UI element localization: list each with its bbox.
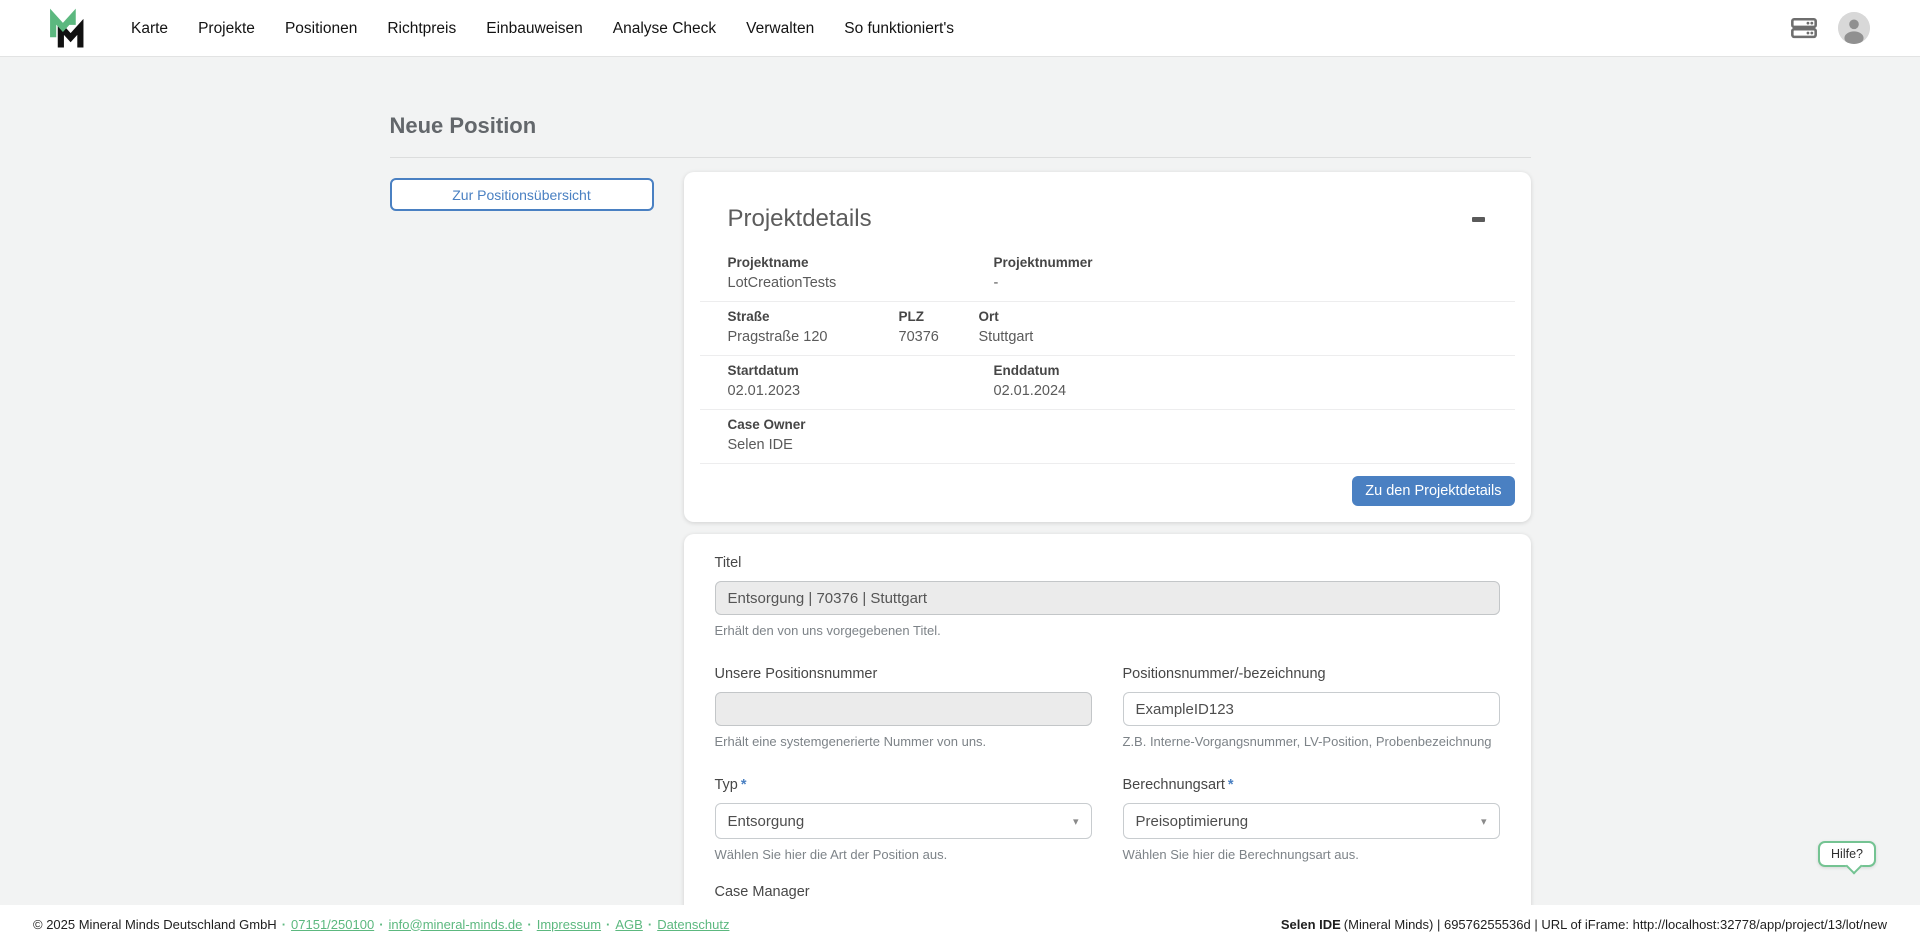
field-case-owner: Case Owner Selen IDE xyxy=(728,416,1515,455)
project-detail-rows: Projektname LotCreationTests Projektnumm… xyxy=(700,248,1515,464)
field-plz: PLZ 70376 xyxy=(899,308,979,347)
separator-dot: · xyxy=(606,917,610,932)
help-button[interactable]: Hilfe? xyxy=(1818,841,1876,867)
berechnungsart-group: Berechnungsart* Preisoptimierung ▾ Wähle… xyxy=(1123,776,1500,863)
nav-item-projekte[interactable]: Projekte xyxy=(198,0,255,57)
typ-select-value: Entsorgung xyxy=(728,813,805,830)
project-card-title: Projektdetails xyxy=(728,204,872,234)
page-footer: © 2025 Mineral Minds Deutschland GmbH · … xyxy=(0,905,1920,943)
goto-project-details-button[interactable]: Zu den Projektdetails xyxy=(1352,476,1514,506)
separator-dot: · xyxy=(648,917,652,932)
field-enddatum: Enddatum 02.01.2024 xyxy=(994,362,1515,401)
field-projektnummer: Projektnummer - xyxy=(994,254,1515,293)
required-mark: * xyxy=(741,777,747,793)
footer-legal: © 2025 Mineral Minds Deutschland GmbH · … xyxy=(33,917,729,932)
nav-item-verwalten[interactable]: Verwalten xyxy=(746,0,814,57)
left-column: Zur Positionsübersicht xyxy=(390,172,654,211)
berechnungsart-helper: Wählen Sie hier die Berechnungsart aus. xyxy=(1123,847,1500,863)
minus-icon xyxy=(1472,217,1485,222)
positionsnummer-group: Positionsnummer/-bezeichnung Z.B. Intern… xyxy=(1123,665,1500,750)
page-title: Neue Position xyxy=(390,113,1531,139)
required-mark: * xyxy=(1228,777,1234,793)
unsere-positionsnummer-helper: Erhält eine systemgenerierte Nummer von … xyxy=(715,734,1092,750)
titel-input xyxy=(715,581,1500,615)
berechnungsart-label: Berechnungsart* xyxy=(1123,776,1500,794)
footer-link-impressum[interactable]: Impressum xyxy=(537,917,601,932)
field-ort: Ort Stuttgart xyxy=(979,308,1515,347)
detail-row-dates: Startdatum 02.01.2023 Enddatum 02.01.202… xyxy=(700,356,1515,410)
detail-row-address: Straße Pragstraße 120 PLZ 70376 Ort Stut… xyxy=(700,302,1515,356)
separator-dot: · xyxy=(379,917,383,932)
back-to-positions-button[interactable]: Zur Positionsübersicht xyxy=(390,178,654,211)
collapse-card-button[interactable] xyxy=(1470,211,1487,228)
unsere-positionsnummer-label: Unsere Positionsnummer xyxy=(715,665,1092,683)
separator-dot: · xyxy=(527,917,531,932)
footer-link-email[interactable]: info@mineral-minds.de xyxy=(389,917,523,932)
nav-item-richtpreis[interactable]: Richtpreis xyxy=(387,0,456,57)
mineral-minds-logo-icon xyxy=(48,7,85,53)
session-info: Selen IDE(Mineral Minds) | 69576255536d … xyxy=(1281,917,1887,932)
case-manager-label: Case Manager xyxy=(715,883,1092,901)
unsere-positionsnummer-group: Unsere Positionsnummer Erhält eine syste… xyxy=(715,665,1092,750)
nav-item-positionen[interactable]: Positionen xyxy=(285,0,357,57)
typ-select[interactable]: Entsorgung ▾ xyxy=(715,803,1092,839)
session-user: Selen IDE xyxy=(1281,917,1341,932)
footer-link-datenschutz[interactable]: Datenschutz xyxy=(657,917,729,932)
main-content: Neue Position Zur Positionsübersicht Pro… xyxy=(0,57,1920,943)
typ-label: Typ* xyxy=(715,776,1092,794)
positionsnummer-input[interactable] xyxy=(1123,692,1500,726)
detail-row-case-owner: Case Owner Selen IDE xyxy=(700,410,1515,464)
server-icon[interactable] xyxy=(1790,14,1818,42)
berechnungsart-select[interactable]: Preisoptimierung ▾ xyxy=(1123,803,1500,839)
footer-link-phone[interactable]: 07151/250100 xyxy=(291,917,374,932)
unsere-positionsnummer-input xyxy=(715,692,1092,726)
nav-item-so-funktionierts[interactable]: So funktioniert's xyxy=(844,0,954,57)
positionsnummer-label: Positionsnummer/-bezeichnung xyxy=(1123,665,1500,683)
cards-column: Projektdetails Projektname LotCreationTe… xyxy=(684,172,1531,943)
user-avatar[interactable] xyxy=(1838,12,1870,44)
positionsnummer-helper: Z.B. Interne-Vorgangsnummer, LV-Position… xyxy=(1123,734,1500,750)
titel-helper: Erhält den von uns vorgegebenen Titel. xyxy=(715,623,1500,639)
field-strasse: Straße Pragstraße 120 xyxy=(728,308,899,347)
project-details-card: Projektdetails Projektname LotCreationTe… xyxy=(684,172,1531,522)
berechnungsart-select-value: Preisoptimierung xyxy=(1136,813,1249,830)
chevron-down-icon: ▾ xyxy=(1481,815,1487,828)
titel-label: Titel xyxy=(715,554,1500,572)
field-projektname: Projektname LotCreationTests xyxy=(728,254,994,293)
typ-group: Typ* Entsorgung ▾ Wählen Sie hier die Ar… xyxy=(715,776,1092,863)
nav-right-actions xyxy=(1790,12,1870,44)
nav-item-karte[interactable]: Karte xyxy=(131,0,168,57)
new-position-form-card: Titel Erhält den von uns vorgegebenen Ti… xyxy=(684,534,1531,943)
footer-link-agb[interactable]: AGB xyxy=(615,917,642,932)
main-nav: Karte Projekte Positionen Richtpreis Ein… xyxy=(131,0,954,57)
nav-item-analyse-check[interactable]: Analyse Check xyxy=(613,0,716,57)
brand-logo[interactable] xyxy=(48,7,85,53)
chevron-down-icon: ▾ xyxy=(1073,815,1079,828)
typ-helper: Wählen Sie hier die Art der Position aus… xyxy=(715,847,1092,863)
copyright-text: © 2025 Mineral Minds Deutschland GmbH xyxy=(33,917,277,932)
session-details: (Mineral Minds) | 69576255536d | URL of … xyxy=(1344,917,1887,932)
field-startdatum: Startdatum 02.01.2023 xyxy=(728,362,994,401)
detail-row-name-number: Projektname LotCreationTests Projektnumm… xyxy=(700,248,1515,302)
nav-item-einbauweisen[interactable]: Einbauweisen xyxy=(486,0,583,57)
avatar-icon xyxy=(1838,12,1870,44)
titel-group: Titel Erhält den von uns vorgegebenen Ti… xyxy=(715,554,1500,639)
title-divider xyxy=(390,157,1531,158)
separator-dot: · xyxy=(282,917,286,932)
top-navigation: Karte Projekte Positionen Richtpreis Ein… xyxy=(0,0,1920,57)
